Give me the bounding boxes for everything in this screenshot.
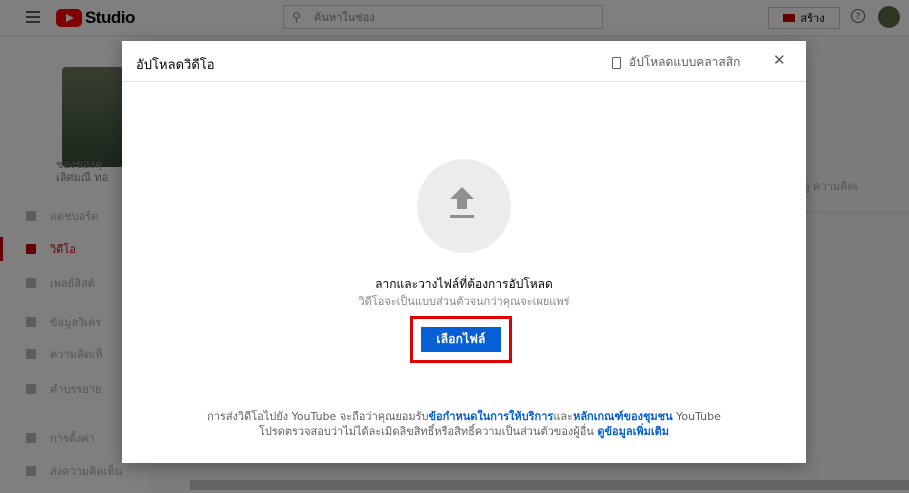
- terms-notice: การส่งวิดีโอไปยัง YouTube จะถือว่าคุณยอม…: [122, 409, 806, 439]
- community-guidelines-link[interactable]: หลักเกณฑ์ของชุมชน: [573, 410, 673, 423]
- dialog-header: อัปโหลดวิดีโอ อัปโหลดแบบคลาสสิก ✕: [122, 41, 806, 82]
- classic-upload-icon: [612, 56, 621, 69]
- dialog-title: อัปโหลดวิดีโอ: [136, 58, 215, 73]
- terms-of-service-link[interactable]: ข้อกำหนดในการให้บริการ: [429, 410, 554, 423]
- classic-upload-link[interactable]: อัปโหลดแบบคลาสสิก: [612, 53, 740, 72]
- select-files-button[interactable]: เลือกไฟล์: [421, 327, 501, 352]
- upload-dialog: อัปโหลดวิดีโอ อัปโหลดแบบคลาสสิก ✕ ลากและ…: [122, 41, 806, 463]
- close-icon[interactable]: ✕: [773, 51, 786, 69]
- terms-text: และ: [553, 410, 574, 423]
- terms-text: โปรดตรวจสอบว่าไม่ได้ละเมิดลิขสิทธิ์หรือส…: [258, 425, 598, 438]
- upload-drop-area[interactable]: [417, 159, 511, 253]
- private-notice: วิดีโอจะเป็นแบบส่วนตัวจนกว่าคุณจะเผยแพร่: [358, 295, 570, 308]
- learn-more-link[interactable]: ดูข้อมูลเพิ่มเติม: [597, 425, 669, 438]
- terms-text: การส่งวิดีโอไปยัง YouTube จะถือว่าคุณยอม…: [207, 410, 429, 423]
- terms-text: YouTube: [672, 410, 721, 423]
- classic-upload-label: อัปโหลดแบบคลาสสิก: [629, 55, 741, 69]
